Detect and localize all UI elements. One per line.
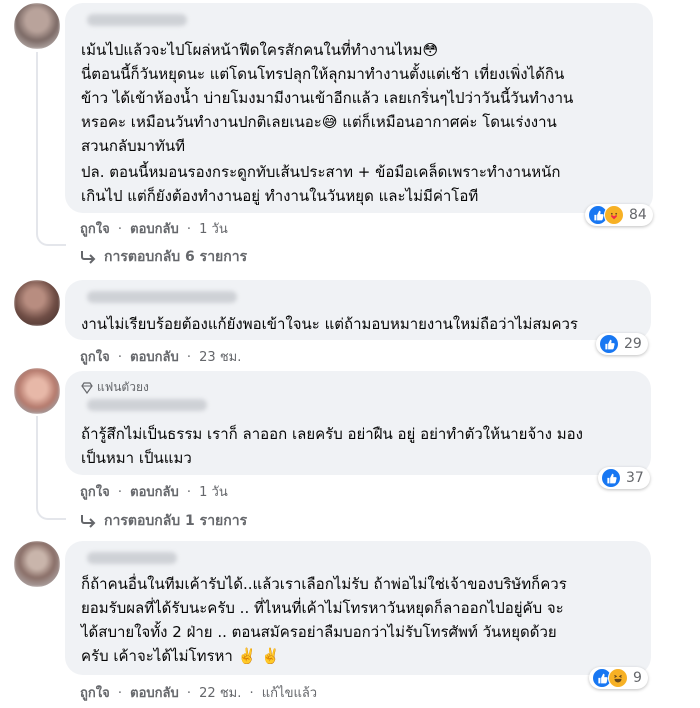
view-replies-button[interactable]: การตอบกลับ 6 รายการ — [80, 246, 247, 268]
comment-actions: ถูกใจ · ตอบกลับ · 1 วัน — [80, 485, 228, 500]
view-replies-button[interactable]: การตอบกลับ 1 รายการ — [80, 510, 247, 532]
comment-bubble: งานไม่เรียบร้อยต้องแก้ยังพอเข้าใจนะ แต่ถ… — [65, 280, 651, 340]
reaction-count: 9 — [633, 670, 642, 686]
reply-button[interactable]: ตอบกลับ — [130, 222, 179, 237]
like-icon — [599, 334, 619, 354]
comment-time[interactable]: 23 ชม. — [199, 350, 241, 365]
reply-button[interactable]: ตอบกลับ — [130, 485, 179, 500]
care-icon — [604, 205, 624, 225]
haha-icon — [608, 668, 628, 688]
thread-line — [36, 52, 38, 230]
thread-connector — [36, 502, 66, 520]
avatar[interactable] — [14, 280, 60, 326]
like-button[interactable]: ถูกใจ — [80, 485, 110, 500]
comment-actions: ถูกใจ · ตอบกลับ · 23 ชม. — [80, 350, 242, 365]
commenter-name[interactable] — [87, 14, 187, 26]
reaction-count: 37 — [626, 470, 644, 486]
comment-line: เป็นหมา เป็นแมว — [81, 449, 192, 467]
comment-line: ปล. ตอนนี้หมอนรองกระดูกทับเส้นประสาท + ข… — [81, 163, 561, 181]
reaction-summary[interactable]: 84 — [585, 204, 653, 226]
avatar[interactable] — [14, 368, 60, 414]
commenter-name[interactable] — [87, 291, 237, 303]
reply-arrow-icon — [81, 515, 96, 528]
reaction-count: 84 — [629, 207, 647, 223]
comment-line: ข้าว ได้เข้าห้องน้ำ บ่ายโมงมามีงานเข้าอี… — [81, 89, 574, 107]
comment-actions: ถูกใจ · ตอบกลับ · 22 ชม. · แก้ไขแล้ว — [80, 686, 318, 701]
reaction-count: 29 — [624, 336, 642, 352]
avatar[interactable] — [14, 3, 60, 49]
like-button[interactable]: ถูกใจ — [80, 350, 110, 365]
comment-line: ได้สบายใจทั้ง 2 ฝ่าย .. ตอนสมัครอย่าลืมบ… — [81, 623, 557, 641]
commenter-name[interactable] — [87, 552, 177, 564]
view-replies-label: การตอบกลับ 1 รายการ — [104, 513, 248, 529]
reply-button[interactable]: ตอบกลับ — [130, 350, 179, 365]
view-replies-label: การตอบกลับ 6 รายการ — [104, 249, 248, 265]
reaction-summary[interactable]: 9 — [589, 667, 648, 689]
comment-time[interactable]: 22 ชม. — [199, 686, 241, 701]
thread-line — [36, 416, 38, 504]
comment-line: นี่ตอนนี้ก็วันหยุดนะ แต่โดนโทรปลุกให้ลุก… — [81, 65, 565, 83]
comment-line: ยอมรับผลที่ได้รับนะครับ .. ที่ไหนที่เค้า… — [81, 599, 564, 617]
comment-time[interactable]: 1 วัน — [199, 222, 228, 237]
comment-line: ครับ เค้าจะได้ไม่โทรหา ✌️ ✌️ — [81, 647, 280, 665]
thread-connector — [36, 228, 66, 246]
comment-line: สวนกลับมาทันที — [81, 137, 185, 155]
comment-line: เกินไป แต่ก็ยังต้องทำงานอยู่ ทำงานในวันห… — [81, 187, 479, 205]
like-button[interactable]: ถูกใจ — [80, 686, 110, 701]
comment-line: งานไม่เรียบร้อยต้องแก้ยังพอเข้าใจนะ แต่ถ… — [81, 315, 578, 333]
reply-arrow-icon — [81, 251, 96, 264]
comment-line: หรอคะ เหมือนวันทำงานปกติเลยเนอะ😅 แต่ก็เห… — [81, 113, 557, 131]
comment-time[interactable]: 1 วัน — [199, 485, 228, 500]
comment-bubble: ก็ถ้าคนอื่นในทีมเค้ารับได้..แล้วเราเลือก… — [65, 541, 651, 675]
top-fan-badge: แฟนตัวยง — [81, 378, 149, 397]
comment-line: ก็ถ้าคนอื่นในทีมเค้ารับได้..แล้วเราเลือก… — [81, 575, 567, 593]
reply-button[interactable]: ตอบกลับ — [130, 686, 179, 701]
top-fan-label: แฟนตัวยง — [97, 380, 149, 394]
comment-actions: ถูกใจ · ตอบกลับ · 1 วัน — [80, 222, 228, 237]
comment-line: ถ้ารู้สึกไม่เป็นธรรม เราก็ ลาออก เลยครับ… — [81, 425, 583, 443]
like-button[interactable]: ถูกใจ — [80, 222, 110, 237]
like-icon — [601, 468, 621, 488]
reaction-summary[interactable]: 37 — [598, 467, 650, 489]
edited-label[interactable]: แก้ไขแล้ว — [262, 686, 317, 701]
comment-bubble: เม้นไปแล้วจะไปโผล่หน้าฟีดใครสักคนในที่ทำ… — [65, 3, 653, 213]
avatar[interactable] — [14, 541, 60, 587]
diamond-icon — [81, 381, 93, 394]
reaction-summary[interactable]: 29 — [596, 333, 648, 355]
comment-bubble: แฟนตัวยง ถ้ารู้สึกไม่เป็นธรรม เราก็ ลาออ… — [65, 371, 651, 475]
comment-line: เม้นไปแล้วจะไปโผล่หน้าฟีดใครสักคนในที่ทำ… — [81, 41, 439, 59]
commenter-name[interactable] — [87, 399, 207, 411]
